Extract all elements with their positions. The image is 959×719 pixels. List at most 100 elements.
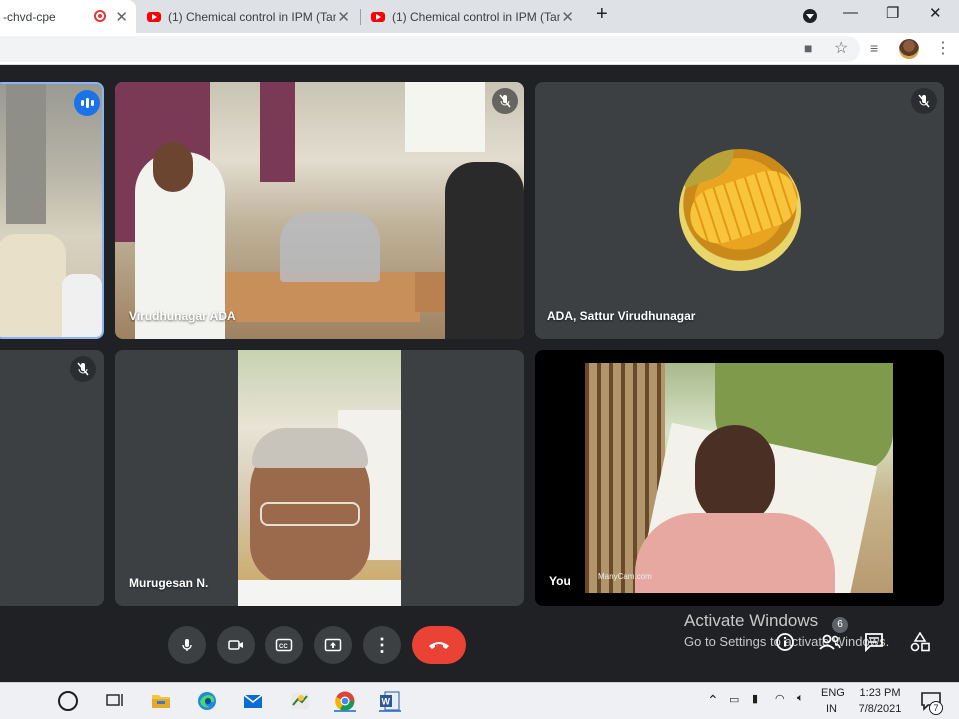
tab-search-icon[interactable] <box>803 9 817 23</box>
present-screen-button[interactable] <box>314 626 352 664</box>
maps-app-icon[interactable] <box>289 690 311 712</box>
microphone-tray-icon[interactable]: ▮ <box>752 692 758 705</box>
input-region[interactable]: IN <box>826 703 837 715</box>
tab-divider <box>360 9 361 25</box>
tab-youtube-1[interactable]: (1) Chemical control in IPM (Tami ✕ <box>140 0 358 33</box>
video-feed <box>585 363 893 593</box>
address-bar: ■ ☆ ≡ ⋮ <box>0 33 959 65</box>
camera-in-use-icon[interactable]: ■ <box>804 40 812 56</box>
shirt <box>238 580 401 606</box>
restore-button[interactable]: ❐ <box>886 4 899 22</box>
youtube-icon <box>147 11 161 22</box>
activities-button[interactable] <box>909 631 931 657</box>
mic-muted-icon <box>70 356 96 382</box>
edge-browser-icon[interactable] <box>196 690 218 712</box>
participant-tile-3[interactable]: ADA, Sattur Virudhunagar <box>535 82 944 339</box>
close-tab-icon[interactable]: ✕ <box>337 8 350 26</box>
plastic-chair <box>0 234 66 337</box>
file-explorer-icon[interactable] <box>150 690 172 712</box>
hair <box>252 428 368 468</box>
tab-meet[interactable]: -chvd-cpe ✕ <box>0 0 136 33</box>
meeting-details-button[interactable] <box>775 632 795 657</box>
video-camera-icon <box>228 640 243 650</box>
media-control-icon[interactable]: ≡ <box>870 40 878 56</box>
youtube-icon <box>371 11 385 22</box>
mail-icon[interactable] <box>242 690 264 712</box>
person-face <box>153 142 193 192</box>
activities-shapes-icon <box>910 631 930 652</box>
person <box>445 162 524 339</box>
svg-text:W: W <box>382 697 391 707</box>
recording-icon <box>94 10 106 22</box>
person-head <box>695 425 775 525</box>
menu-kebab-icon[interactable]: ⋮ <box>935 38 951 58</box>
chat-button[interactable] <box>864 632 884 657</box>
video-feed <box>238 350 401 606</box>
notification-count-badge: 7 <box>929 701 943 715</box>
eyeglasses <box>260 502 360 526</box>
network-wifi-icon[interactable]: ◠ <box>775 692 785 705</box>
participant-name: Virudhunagar ADA <box>129 309 236 323</box>
manycam-watermark: ManyCam.com <box>598 572 652 581</box>
people-button[interactable] <box>818 632 842 657</box>
speaker-volume-icon[interactable]: 🔈︎ <box>797 692 804 705</box>
participant-tile-4[interactable] <box>0 350 104 606</box>
end-call-button[interactable] <box>412 626 466 664</box>
input-language[interactable]: ENG <box>821 687 845 699</box>
closed-captions-icon: CC <box>275 638 293 652</box>
participant-name: ADA, Sattur Virudhunagar <box>547 309 696 323</box>
minimize-button[interactable]: — <box>843 4 858 21</box>
tab-title: (1) Chemical control in IPM (Tami <box>392 9 560 24</box>
present-icon <box>324 638 342 652</box>
wall-panel <box>6 84 46 224</box>
svg-text:CC: CC <box>279 644 288 650</box>
new-tab-button[interactable]: + <box>596 3 608 26</box>
participant-tile-2[interactable]: Virudhunagar ADA <box>115 82 524 339</box>
windows-taskbar: W ⌃ ▭ ▮ ◠ 🔈︎ ENG IN 1:23 PM 7/8/2021 7 <box>0 682 959 719</box>
person <box>62 274 102 337</box>
omnibox[interactable] <box>0 36 860 62</box>
bookmark-star-icon[interactable]: ☆ <box>834 38 848 58</box>
participant-name: Murugesan N. <box>129 576 209 590</box>
word-icon[interactable]: W <box>379 690 401 712</box>
microphone-icon <box>182 639 192 651</box>
battery-icon[interactable]: ▭ <box>729 693 739 706</box>
close-tab-icon[interactable]: ✕ <box>561 8 574 26</box>
mic-muted-icon <box>492 88 518 114</box>
chrome-browser-icon[interactable] <box>334 690 356 712</box>
curtain <box>260 82 295 182</box>
people-icon <box>819 634 841 650</box>
info-icon <box>776 633 794 651</box>
close-window-button[interactable]: ✕ <box>929 4 942 22</box>
participants-count-badge: 6 <box>832 617 848 633</box>
more-options-button[interactable]: ⋮ <box>363 626 401 664</box>
search-circle-icon[interactable] <box>58 691 78 711</box>
participant-tile-5[interactable]: Murugesan N. <box>115 350 524 606</box>
chat-icon <box>865 633 883 653</box>
browser-tab-bar: -chvd-cpe ✕ (1) Chemical control in IPM … <box>0 0 959 33</box>
window <box>405 82 485 152</box>
self-name: You <box>549 574 571 588</box>
task-view-icon[interactable] <box>104 690 126 712</box>
participant-avatar <box>679 149 801 271</box>
profile-avatar[interactable] <box>899 39 919 59</box>
mic-muted-icon <box>911 88 937 114</box>
camera-toggle-button[interactable] <box>217 626 255 664</box>
speaking-indicator-icon <box>74 90 100 116</box>
tab-title: -chvd-cpe <box>3 9 56 24</box>
tab-youtube-2[interactable]: (1) Chemical control in IPM (Tami ✕ <box>364 0 582 33</box>
participant-tile-1[interactable] <box>0 82 104 339</box>
show-hidden-icons-chevron-icon[interactable]: ⌃ <box>707 692 719 709</box>
more-vert-icon: ⋮ <box>373 635 391 655</box>
shirt <box>635 513 835 593</box>
activate-windows-title: Activate Windows <box>684 611 819 630</box>
clock-time[interactable]: 1:23 PM <box>858 687 902 699</box>
chair <box>280 212 380 282</box>
participant-tile-self[interactable]: ManyCam.com You <box>535 350 944 606</box>
tab-title: (1) Chemical control in IPM (Tami <box>168 9 336 24</box>
captions-button[interactable]: CC <box>265 626 303 664</box>
clock-date[interactable]: 7/8/2021 <box>857 703 903 715</box>
phone-hangup-icon <box>429 642 449 649</box>
close-tab-icon[interactable]: ✕ <box>115 8 128 26</box>
mic-toggle-button[interactable] <box>168 626 206 664</box>
